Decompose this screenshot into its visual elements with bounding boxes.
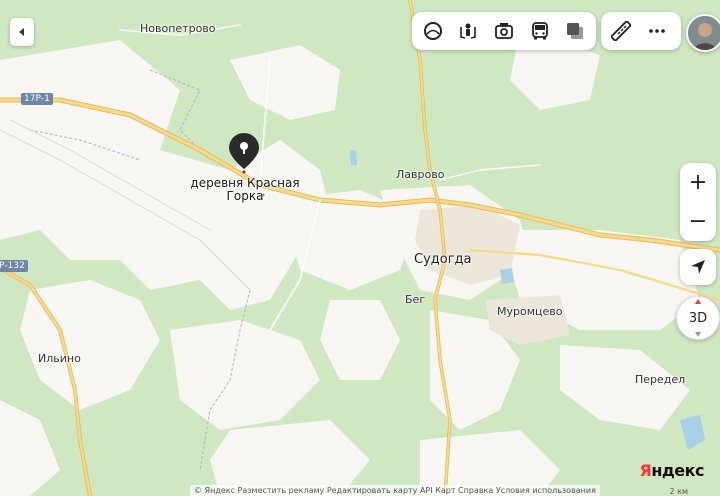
more-button[interactable] [639, 13, 675, 49]
panorama-button[interactable] [451, 13, 487, 49]
copyright-bar[interactable]: © Яндекс Разместить рекламу Редактироват… [190, 485, 600, 496]
scale-label: 2 км [669, 487, 689, 496]
user-photo-icon [688, 16, 720, 50]
zoom-in-button[interactable]: + [680, 163, 716, 202]
place-label-beg: Бег [405, 293, 426, 306]
place-label-lavrovo: Лаврово [396, 168, 445, 181]
traffic-layer-button[interactable] [557, 13, 593, 49]
yandex-logo-first-letter: Я [639, 461, 652, 480]
mode-3d-button[interactable]: 3D [676, 296, 720, 340]
panorama-icon [460, 23, 477, 39]
more-icon [649, 29, 665, 33]
camera-icon [495, 23, 513, 39]
chevron-left-icon [19, 28, 24, 36]
mode-3d-label: 3D [688, 310, 708, 326]
yandex-logo-rest: ндекс [651, 461, 704, 480]
layers-button[interactable] [415, 13, 451, 49]
locate-me-button[interactable] [680, 249, 716, 285]
collapse-panel-button[interactable] [10, 18, 34, 46]
zoom-out-button[interactable]: − [680, 202, 716, 241]
map-layers-toolbar [412, 12, 596, 50]
place-label-peredel: Передел [635, 373, 686, 386]
camera-button[interactable] [486, 13, 522, 49]
place-label-sudogda: Судогда [414, 252, 472, 267]
tools-toolbar [601, 12, 681, 50]
ruler-button[interactable] [603, 13, 639, 49]
avatar[interactable] [686, 14, 720, 52]
navigation-arrow-icon [691, 260, 705, 274]
road-badge-17r1: 17Р-1 [21, 93, 53, 105]
yandex-logo[interactable]: Яндекс [640, 461, 705, 480]
transport-button[interactable] [522, 13, 558, 49]
pin-label: деревня Красная Горка [190, 177, 300, 203]
bus-icon [531, 22, 548, 40]
ruler-icon [611, 21, 631, 41]
place-label-ilino: Ильино [38, 352, 81, 365]
road-badge-r132: Р-132 [0, 260, 28, 272]
traffic-layer-icon [567, 23, 584, 39]
pin-label-line2: Горка [226, 189, 264, 203]
place-label-novopetrovo: Новопетрово [140, 22, 216, 35]
location-pin[interactable] [229, 133, 259, 169]
zoom-control: + − [680, 163, 716, 241]
layers-icon [423, 22, 442, 40]
map-canvas[interactable] [0, 0, 720, 496]
place-label-muromtsevo: Муромцево [497, 305, 563, 318]
